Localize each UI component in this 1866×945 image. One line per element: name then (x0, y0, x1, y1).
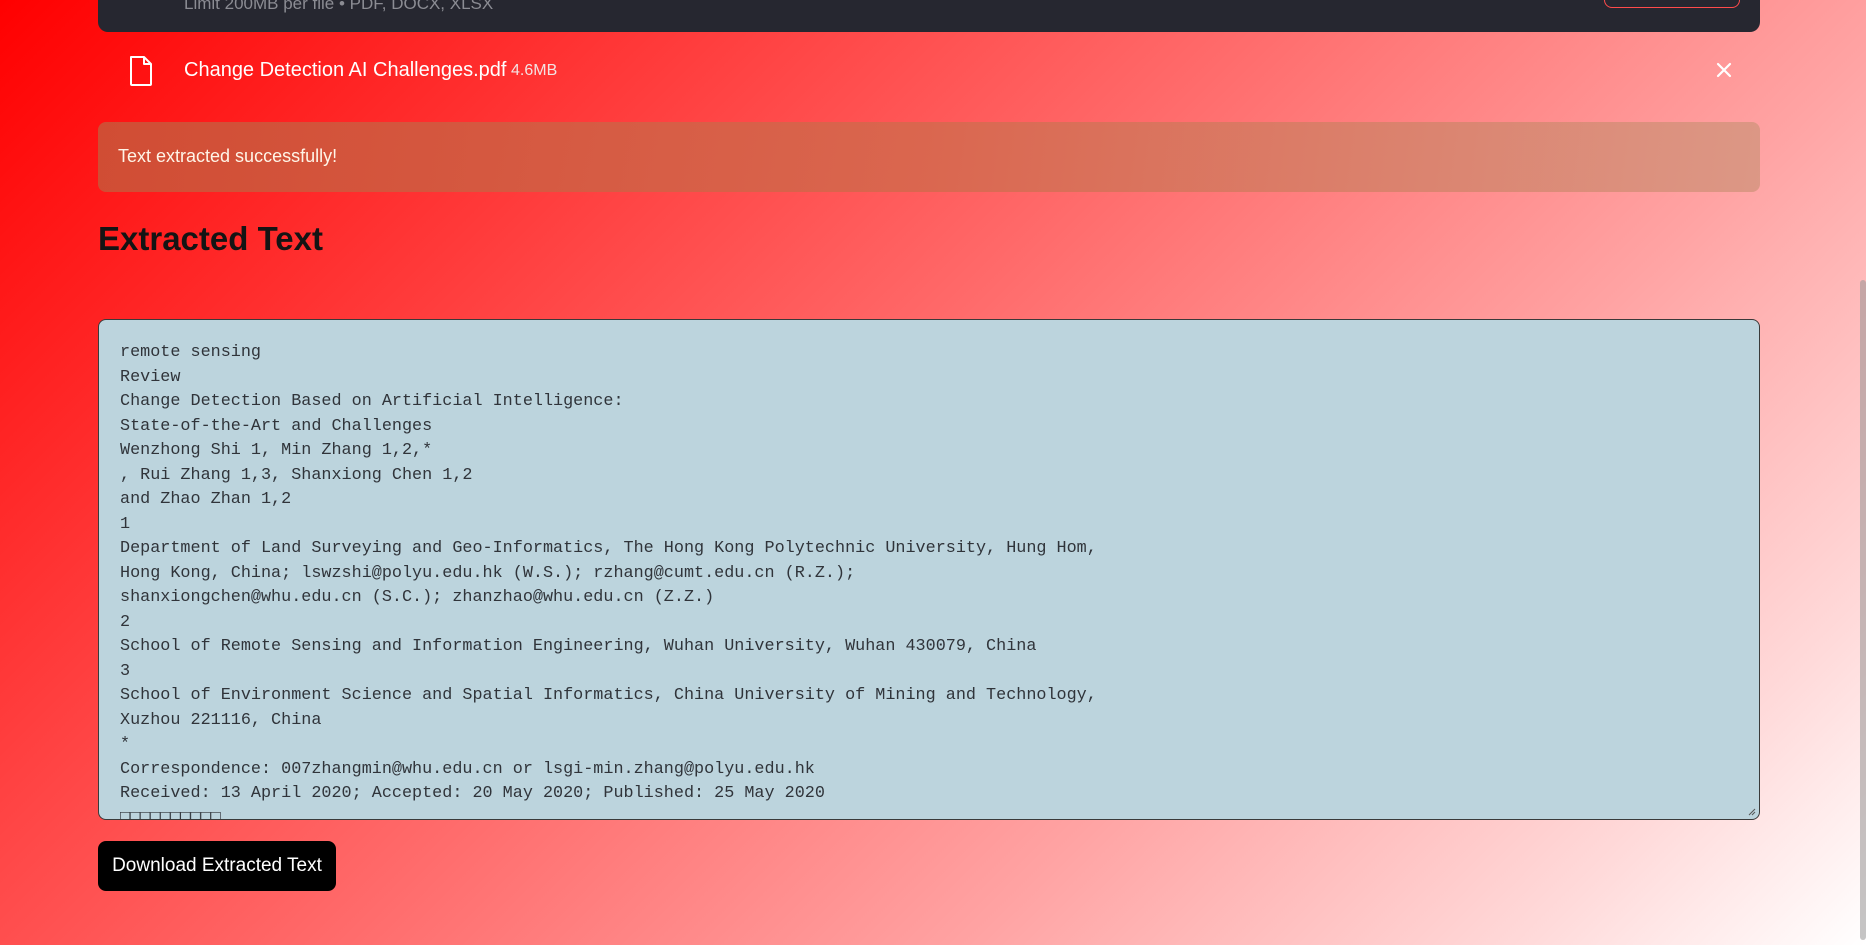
upload-limit-note: Limit 200MB per file • PDF, DOCX, XLSX (184, 0, 494, 13)
extracted-text-content: remote sensing Review Change Detection Bas… (120, 341, 1749, 820)
section-title: Extracted Text (98, 220, 323, 257)
extracted-text-line: Department of Land Surveying and Geo-Inf… (120, 539, 1097, 558)
extracted-text-line: Xuzhou 221116, China (120, 710, 322, 730)
extracted-text-line: Correspondence: 007zhangmin@whu.edu.cn o… (120, 759, 815, 779)
extracted-text-line: □□□□□□□□□□ (120, 808, 221, 820)
extracted-text-line: Change Detection Based on Artificial Int… (120, 392, 624, 411)
extracted-text-line: State-of-the-Art and Challenges (120, 416, 433, 436)
remove-file-button[interactable] (1706, 52, 1742, 88)
extracted-text-line: , Rui Zhang 1,3, Shanxiong Chen 1,2 (120, 465, 473, 485)
extracted-text-line: Wenzhong Shi 1, Min Zhang 1,2,* (120, 441, 433, 460)
file-name: Change Detection AI Challenges.pdf (184, 59, 507, 81)
success-message: Text extracted successfully! (118, 146, 338, 166)
extracted-text-line: Review (120, 367, 181, 387)
extracted-text-line: and Zhao Zhan 1,2 (120, 490, 292, 509)
file-icon (128, 55, 154, 87)
page-scrollbar[interactable] (1860, 280, 1866, 940)
uploaded-file-row: Change Detection AI Challenges.pdf 4.6MB (98, 52, 1760, 92)
file-size: 4.6MB (511, 62, 558, 79)
extracted-text-line: Received: 13 April 2020; Accepted: 20 Ma… (120, 784, 825, 803)
extracted-text-line: School of Environment Science and Spatia… (120, 686, 1097, 705)
success-alert: Text extracted successfully! (98, 122, 1760, 192)
extracted-text-line: remote sensing (120, 343, 261, 362)
extracted-text-line: * (120, 735, 131, 754)
resize-grip-icon[interactable] (1748, 808, 1756, 816)
file-dropzone[interactable]: Limit 200MB per file • PDF, DOCX, XLSX (98, 0, 1760, 32)
extracted-text-line: Hong Kong, China; lswzshi@polyu.edu.hk (… (120, 563, 856, 583)
close-icon (1716, 62, 1732, 78)
extracted-text-line: shanxiongchen@whu.edu.cn (S.C.); zhanzha… (120, 588, 715, 607)
extracted-text-area[interactable]: remote sensing Review Change Detection Bas… (98, 319, 1760, 820)
extracted-text-line: 2 (120, 612, 131, 632)
browse-files-button[interactable] (1604, 0, 1740, 8)
extracted-text-line: School of Remote Sensing and Information… (120, 637, 1037, 656)
extracted-text-line: 3 (120, 661, 131, 681)
download-extracted-text-button[interactable]: Download Extracted Text (98, 841, 336, 891)
extracted-text-line: 1 (120, 514, 131, 534)
